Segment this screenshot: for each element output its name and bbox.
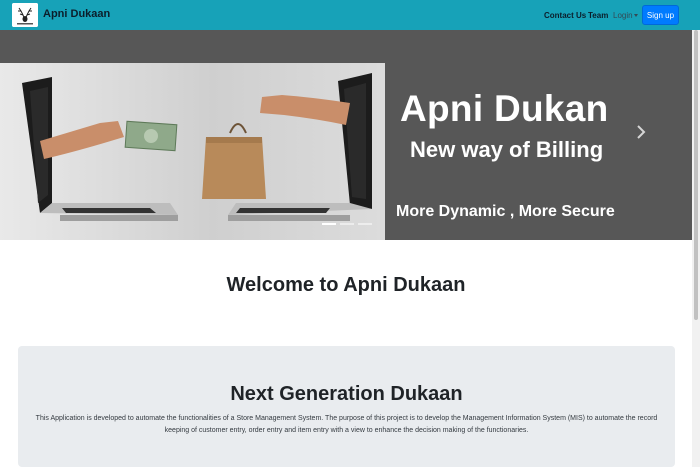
nav-team[interactable]: Team <box>588 11 608 20</box>
carousel-indicator[interactable] <box>340 223 354 225</box>
hero-laptop-exchange-image <box>0 63 385 240</box>
caret-down-icon <box>634 14 638 17</box>
welcome-heading: Welcome to Apni Dukaan <box>226 274 466 296</box>
carousel-next-button[interactable] <box>634 123 648 141</box>
nav-contact-us[interactable]: Contact Us <box>544 11 586 20</box>
hero-title: Apni Dukan <box>400 88 609 129</box>
scrollbar-thumb[interactable] <box>694 30 698 320</box>
stag-logo-icon[interactable] <box>12 3 38 27</box>
page: Apni Dukaan Contact Us Team Login Sign u… <box>0 0 700 467</box>
hero-tagline: More Dynamic , More Secure <box>396 203 615 220</box>
jumbotron: Next Generation Dukaan This Application … <box>18 346 675 467</box>
jumbotron-description: This Application is developed to automat… <box>35 415 658 434</box>
navbar: Apni Dukaan Contact Us Team Login Sign u… <box>0 0 700 30</box>
hero-subtitle: New way of Billing <box>410 137 604 162</box>
hero-carousel: Apni Dukan New way of Billing More Dynam… <box>0 30 692 240</box>
carousel-indicator[interactable] <box>358 223 372 225</box>
jumbotron-title: Next Generation Dukaan <box>230 383 463 405</box>
chevron-right-icon <box>637 125 646 139</box>
carousel-indicators <box>322 223 372 225</box>
signup-button[interactable]: Sign up <box>642 5 679 25</box>
nav-login-dropdown[interactable]: Login <box>613 11 633 20</box>
carousel-indicator[interactable] <box>322 223 336 225</box>
brand-name[interactable]: Apni Dukaan <box>43 8 110 20</box>
